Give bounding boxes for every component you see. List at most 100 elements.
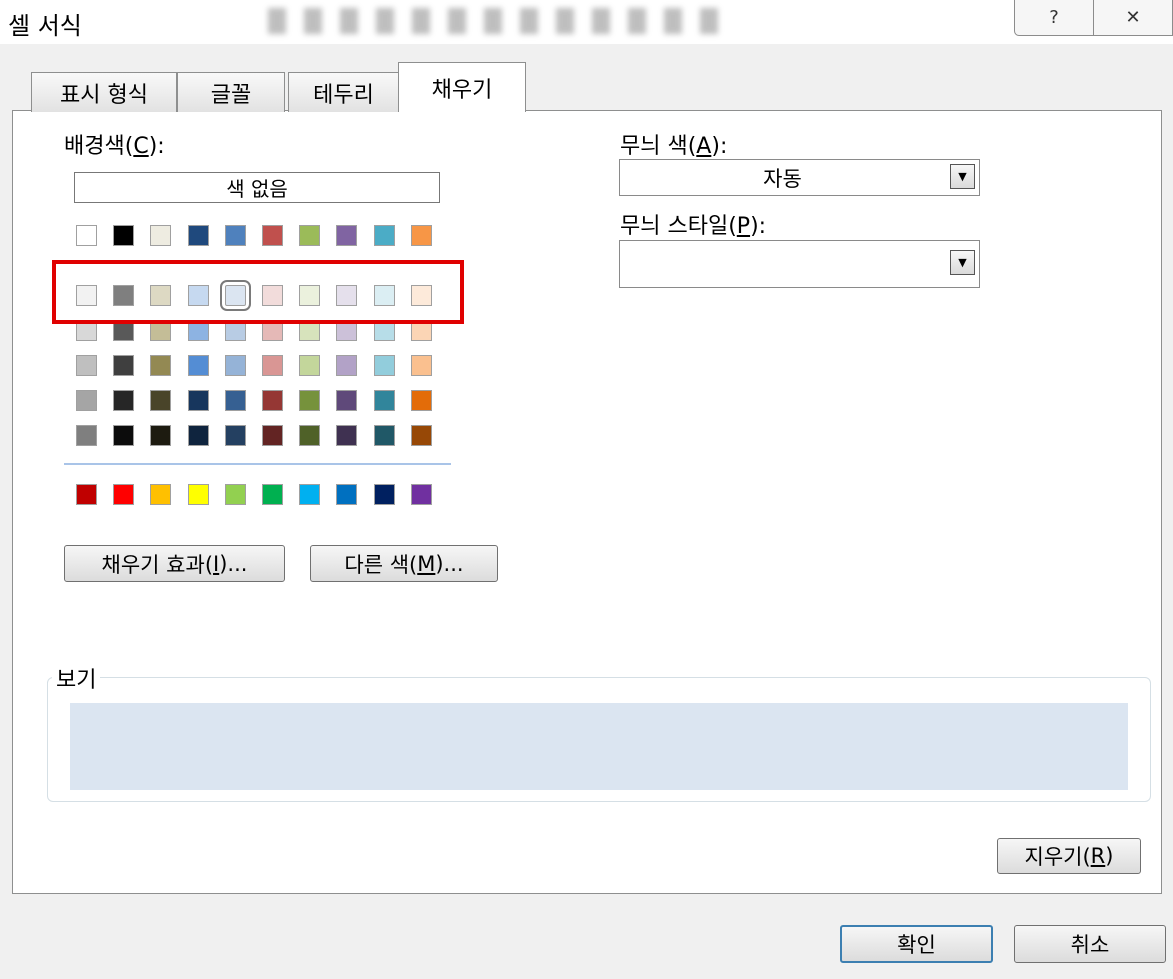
theme-color-swatch[interactable] [113, 320, 134, 341]
dropdown-arrow-icon[interactable]: ▼ [950, 250, 975, 275]
theme-color-swatch[interactable] [76, 320, 97, 341]
theme-color-swatch[interactable] [299, 320, 320, 341]
theme-color-swatch[interactable] [188, 425, 209, 446]
theme-color-swatch[interactable] [225, 390, 246, 411]
tab-font[interactable]: 글꼴 [177, 72, 285, 112]
theme-color-swatch[interactable] [150, 425, 171, 446]
pattern-color-select[interactable]: 자동 ▼ [619, 159, 980, 196]
theme-color-swatch[interactable] [220, 280, 251, 311]
theme-color-swatch[interactable] [76, 285, 97, 306]
theme-color-swatch[interactable] [374, 320, 395, 341]
theme-color-swatch[interactable] [113, 285, 134, 306]
theme-color-swatch[interactable] [374, 225, 395, 246]
theme-color-swatch[interactable] [374, 390, 395, 411]
theme-color-swatch[interactable] [374, 355, 395, 376]
theme-color-swatch[interactable] [76, 355, 97, 376]
theme-color-swatch[interactable] [299, 390, 320, 411]
theme-color-swatch[interactable] [188, 355, 209, 376]
theme-color-swatch[interactable] [336, 390, 357, 411]
theme-color-swatch[interactable] [188, 225, 209, 246]
theme-color-swatch[interactable] [262, 285, 283, 306]
theme-color-swatch[interactable] [113, 355, 134, 376]
pattern-style-value [620, 241, 945, 287]
standard-color-swatch[interactable] [262, 484, 283, 505]
theme-color-swatch[interactable] [262, 425, 283, 446]
theme-color-swatch[interactable] [188, 390, 209, 411]
theme-color-swatch[interactable] [262, 390, 283, 411]
theme-color-swatch[interactable] [76, 225, 97, 246]
theme-color-swatch[interactable] [113, 425, 134, 446]
help-button[interactable]: ? [1014, 0, 1094, 36]
theme-color-swatch[interactable] [336, 355, 357, 376]
theme-color-swatch[interactable] [411, 285, 432, 306]
clear-button[interactable]: 지우기(R) [997, 838, 1141, 874]
fill-effects-button[interactable]: 채우기 효과(I)... [64, 545, 285, 582]
theme-color-swatch[interactable] [411, 390, 432, 411]
theme-color-swatch[interactable] [150, 390, 171, 411]
standard-color-swatch[interactable] [150, 484, 171, 505]
standard-color-swatch[interactable] [225, 484, 246, 505]
theme-color-swatch[interactable] [336, 425, 357, 446]
theme-color-swatch[interactable] [225, 425, 246, 446]
dropdown-arrow-icon[interactable]: ▼ [950, 164, 975, 189]
no-color-button[interactable]: 색 없음 [74, 172, 440, 203]
theme-color-swatch[interactable] [225, 320, 246, 341]
ok-label: 확인 [897, 933, 936, 957]
theme-color-swatch[interactable] [299, 355, 320, 376]
theme-color-swatch[interactable] [113, 225, 134, 246]
standard-color-swatch[interactable] [374, 484, 395, 505]
theme-color-swatch[interactable] [374, 285, 395, 306]
theme-color-swatch[interactable] [225, 355, 246, 376]
more-colors-button[interactable]: 다른 색(M)... [310, 545, 498, 582]
theme-color-swatch[interactable] [262, 225, 283, 246]
theme-color-swatch[interactable] [336, 320, 357, 341]
theme-color-swatch[interactable] [262, 355, 283, 376]
standard-color-swatch[interactable] [411, 484, 432, 505]
theme-color-swatch[interactable] [150, 225, 171, 246]
theme-color-swatch[interactable] [76, 425, 97, 446]
theme-color-swatch[interactable] [411, 225, 432, 246]
pattern-style-select[interactable]: ▼ [619, 240, 980, 288]
preview-label: 보기 [52, 662, 101, 694]
theme-color-swatch[interactable] [262, 320, 283, 341]
close-icon: ✕ [1125, 7, 1141, 28]
standard-color-swatch[interactable] [113, 484, 134, 505]
theme-color-swatch[interactable] [299, 225, 320, 246]
tab-fill[interactable]: 채우기 [398, 62, 526, 112]
theme-color-swatch[interactable] [336, 225, 357, 246]
cancel-button[interactable]: 취소 [1014, 925, 1166, 963]
tab-label: 표시 형식 [60, 82, 148, 108]
theme-color-swatch[interactable] [150, 320, 171, 341]
theme-color-swatch[interactable] [225, 225, 246, 246]
theme-color-swatch[interactable] [411, 425, 432, 446]
theme-color-swatch[interactable] [299, 285, 320, 306]
tab-label: 채우기 [431, 77, 493, 103]
theme-color-swatch[interactable] [113, 390, 134, 411]
ok-button[interactable]: 확인 [840, 925, 993, 963]
close-button[interactable]: ✕ [1093, 0, 1173, 36]
tab-label: 테두리 [313, 82, 374, 108]
cancel-label: 취소 [1070, 933, 1110, 957]
preview-sample [70, 703, 1128, 790]
pattern-color-label: 무늬 색(A): [620, 134, 728, 159]
theme-color-swatch[interactable] [336, 285, 357, 306]
theme-color-swatch[interactable] [374, 425, 395, 446]
window-title: 셀 서식 [8, 12, 82, 40]
tab-border[interactable]: 테두리 [288, 72, 399, 112]
theme-color-swatch[interactable] [411, 355, 432, 376]
theme-color-swatch[interactable] [188, 320, 209, 341]
standard-color-swatch[interactable] [299, 484, 320, 505]
theme-color-swatch[interactable] [76, 390, 97, 411]
theme-color-swatch[interactable] [150, 285, 171, 306]
theme-color-swatch[interactable] [150, 355, 171, 376]
standard-color-swatch[interactable] [336, 484, 357, 505]
tab-number-format[interactable]: 표시 형식 [31, 72, 177, 112]
standard-color-swatch[interactable] [76, 484, 97, 505]
standard-color-swatch[interactable] [188, 484, 209, 505]
palette-divider [64, 463, 451, 465]
blurred-title-area [268, 8, 728, 34]
theme-color-swatch[interactable] [188, 285, 209, 306]
no-color-label: 색 없음 [226, 177, 288, 201]
theme-color-swatch[interactable] [411, 320, 432, 341]
theme-color-swatch[interactable] [299, 425, 320, 446]
